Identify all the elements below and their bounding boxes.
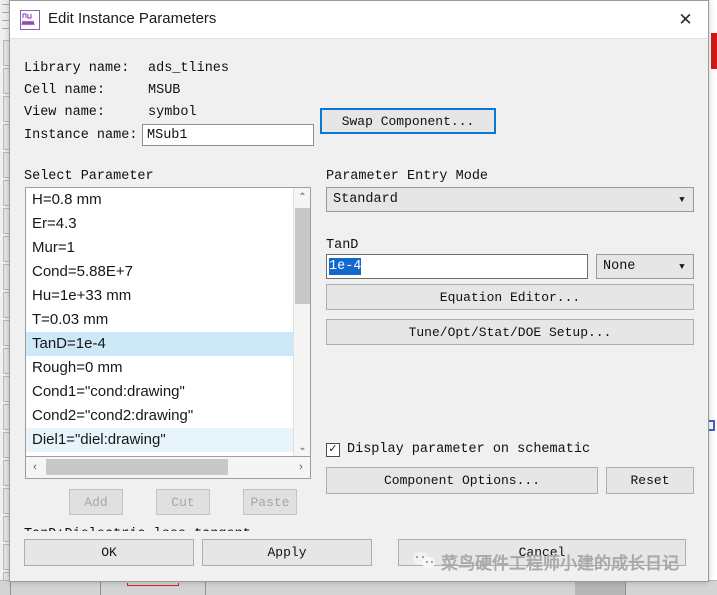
paste-button[interactable]: Paste bbox=[243, 489, 297, 515]
parameter-value-input[interactable]: 1e-4 bbox=[326, 254, 588, 279]
cell-name-value: MSUB bbox=[148, 83, 180, 98]
background-strip-divider bbox=[100, 581, 101, 595]
instance-name-input[interactable] bbox=[142, 124, 314, 146]
parameter-name-label: TanD bbox=[326, 238, 358, 253]
display-parameter-checkbox[interactable]: ✓ bbox=[326, 443, 340, 457]
view-name-label: View name: bbox=[24, 105, 105, 120]
list-item[interactable]: H=0.8 mm bbox=[26, 188, 293, 212]
display-parameter-checkbox-label: Display parameter on schematic bbox=[347, 442, 590, 457]
background-strip-red-underline bbox=[127, 583, 179, 586]
parameter-entry-mode-select[interactable]: Standard ▼ bbox=[326, 187, 694, 212]
scroll-up-icon[interactable]: ⌃ bbox=[294, 188, 311, 206]
instance-name-label: Instance name: bbox=[24, 128, 137, 143]
list-item[interactable]: Cond=5.88E+7 bbox=[26, 260, 293, 284]
list-item[interactable]: Hu=1e+33 mm bbox=[26, 284, 293, 308]
parameter-entry-mode-value: Standard bbox=[327, 192, 671, 207]
ruler-tick bbox=[2, 20, 9, 21]
vertical-scroll-thumb[interactable] bbox=[295, 208, 310, 304]
background-strip-cell bbox=[575, 581, 625, 595]
scroll-right-icon[interactable]: › bbox=[292, 457, 310, 477]
dialog-bottom-bar: OK Apply Cancel bbox=[10, 531, 708, 581]
edit-instance-parameters-dialog: Edit Instance Parameters ✕ Library name:… bbox=[9, 0, 709, 582]
close-icon[interactable]: ✕ bbox=[663, 1, 708, 38]
parameter-list: H=0.8 mmEr=4.3Mur=1Cond=5.88E+7Hu=1e+33 … bbox=[26, 188, 293, 457]
display-parameter-checkbox-row[interactable]: ✓ Display parameter on schematic bbox=[326, 442, 590, 457]
parameter-units-select[interactable]: None ▼ bbox=[596, 254, 694, 279]
list-item[interactable]: Rough=0 mm bbox=[26, 356, 293, 380]
cancel-button[interactable]: Cancel bbox=[398, 539, 686, 566]
background-strip-divider bbox=[625, 581, 626, 595]
ruler-tick bbox=[2, 28, 9, 29]
cut-button[interactable]: Cut bbox=[156, 489, 210, 515]
parameter-list-vertical-scrollbar[interactable]: ⌃ ⌄ bbox=[293, 188, 310, 456]
parameter-entry-mode-label: Parameter Entry Mode bbox=[326, 169, 488, 184]
list-item[interactable]: Cond1="cond:drawing" bbox=[26, 380, 293, 404]
list-item[interactable]: Er=4.3 bbox=[26, 212, 293, 236]
select-parameter-label: Select Parameter bbox=[24, 169, 154, 184]
scroll-left-icon[interactable]: ‹ bbox=[26, 457, 44, 477]
parameter-value-text: 1e-4 bbox=[329, 258, 361, 275]
waveform-icon bbox=[20, 10, 40, 30]
ruler-tick bbox=[2, 12, 9, 13]
list-item[interactable]: Mur=1 bbox=[26, 236, 293, 260]
parameter-units-value: None bbox=[597, 259, 671, 274]
parameter-listbox[interactable]: H=0.8 mmEr=4.3Mur=1Cond=5.88E+7Hu=1e+33 … bbox=[25, 187, 311, 457]
chevron-down-icon-units: ▼ bbox=[671, 262, 693, 272]
background-strip-divider bbox=[205, 581, 206, 595]
background-red-marker bbox=[711, 33, 717, 69]
reset-button[interactable]: Reset bbox=[606, 467, 694, 494]
background-strip-divider bbox=[10, 581, 11, 595]
add-cut-paste-row: Add Cut Paste bbox=[25, 489, 315, 517]
dialog-titlebar: Edit Instance Parameters ✕ bbox=[10, 1, 708, 39]
scroll-down-icon[interactable]: ⌄ bbox=[294, 438, 311, 456]
parameter-list-horizontal-scrollbar[interactable]: ‹ › bbox=[25, 457, 311, 479]
tune-opt-stat-doe-setup-button[interactable]: Tune/Opt/Stat/DOE Setup... bbox=[326, 319, 694, 345]
horizontal-scroll-thumb[interactable] bbox=[46, 459, 228, 475]
list-item[interactable]: TanD=1e-4 bbox=[26, 332, 293, 356]
ok-button[interactable]: OK bbox=[24, 539, 194, 566]
component-options-button[interactable]: Component Options... bbox=[326, 467, 598, 494]
equation-editor-button[interactable]: Equation Editor... bbox=[326, 284, 694, 310]
dialog-title: Edit Instance Parameters bbox=[48, 10, 216, 27]
ruler-tick bbox=[2, 4, 9, 5]
list-item[interactable]: Cond2="cond2:drawing" bbox=[26, 404, 293, 428]
background-status-strip bbox=[0, 580, 717, 595]
library-name-label: Library name: bbox=[24, 61, 129, 76]
chevron-down-icon: ▼ bbox=[671, 195, 693, 205]
library-name-value: ads_tlines bbox=[148, 61, 229, 76]
list-item[interactable]: T=0.03 mm bbox=[26, 308, 293, 332]
swap-component-button[interactable]: Swap Component... bbox=[320, 108, 496, 134]
view-name-value: symbol bbox=[148, 105, 197, 120]
list-item[interactable]: Diel1="diel:drawing" bbox=[26, 428, 293, 452]
dialog-body: Library name: ads_tlines Cell name: MSUB… bbox=[10, 39, 708, 581]
apply-button[interactable]: Apply bbox=[202, 539, 372, 566]
cell-name-label: Cell name: bbox=[24, 83, 105, 98]
add-button[interactable]: Add bbox=[69, 489, 123, 515]
